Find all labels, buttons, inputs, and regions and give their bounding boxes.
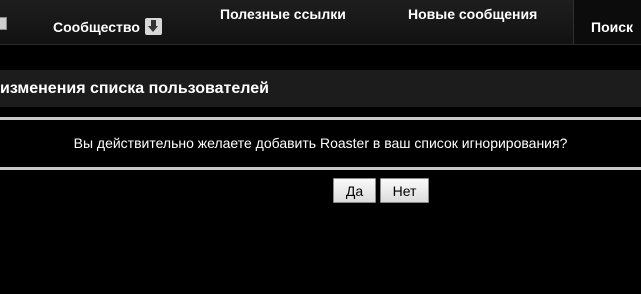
top-navbar: Сообщество Полезные ссылки Новые сообщен…: [0, 0, 641, 45]
divider-bottom: [0, 167, 641, 170]
nav-community-label: Сообщество: [53, 19, 140, 35]
nav-useful-links[interactable]: Полезные ссылки: [220, 0, 346, 32]
nav-community[interactable]: Сообщество: [53, 0, 162, 44]
nav-new-posts[interactable]: Новые сообщения: [408, 0, 537, 32]
download-arrow-icon[interactable]: [144, 18, 162, 35]
confirm-question: Вы действительно желаете добавить Roaste…: [73, 135, 568, 151]
page-title-bar: изменения списка пользователей: [0, 70, 641, 107]
no-button[interactable]: Нет: [380, 178, 429, 203]
nav-edge-icon[interactable]: [0, 17, 7, 30]
page-title: изменения списка пользователей: [0, 80, 269, 97]
nav-search[interactable]: Поиск: [573, 0, 641, 44]
yes-button[interactable]: Да: [333, 178, 376, 203]
